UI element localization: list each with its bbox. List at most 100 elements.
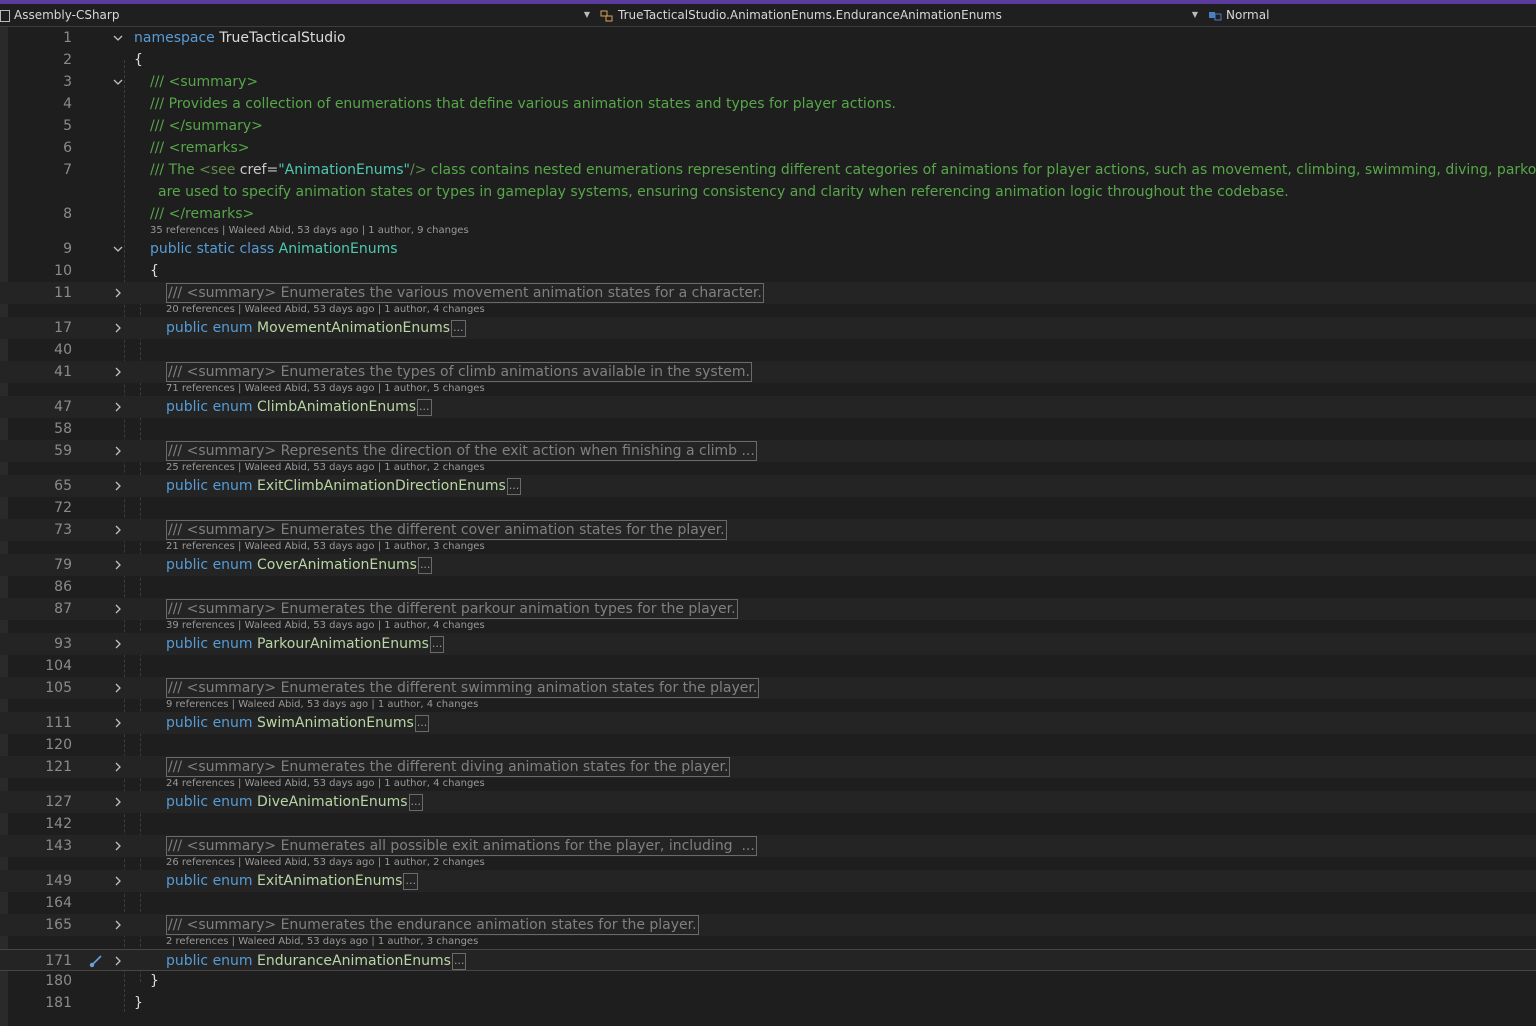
code-line: 120 xyxy=(0,734,1536,756)
code-line: 104 xyxy=(0,655,1536,677)
brace: } xyxy=(150,973,159,989)
code-line: 11 /// <summary> Enumerates the various m… xyxy=(0,282,1536,304)
brace: { xyxy=(150,263,159,279)
line-number: 171 xyxy=(45,953,72,969)
code-line: 4 /// Provides a collection of enumerati… xyxy=(0,93,1536,115)
codelens[interactable]: 20 references | Waleed Abid, 53 days ago… xyxy=(166,304,485,316)
line-number: 87 xyxy=(54,601,72,617)
line-number: 181 xyxy=(45,995,72,1011)
keyword: public enum xyxy=(166,399,253,415)
line-number: 86 xyxy=(54,579,72,595)
member-label: Normal xyxy=(1226,8,1270,22)
brace: } xyxy=(134,995,143,1011)
collapsed-summary[interactable]: /// <summary> Enumerates the different p… xyxy=(166,599,738,619)
chevron-right-icon[interactable] xyxy=(111,637,125,651)
chevron-down-icon: ▼ xyxy=(583,10,590,19)
codelens[interactable]: 39 references | Waleed Abid, 53 days ago… xyxy=(166,620,485,632)
chevron-right-icon[interactable] xyxy=(111,839,125,853)
collapsed-block-ellipsis[interactable]: ... xyxy=(451,952,467,970)
line-number: 10 xyxy=(54,263,72,279)
code-line: 149 public enum ExitAnimationEnums... xyxy=(0,870,1536,892)
line-number: 40 xyxy=(54,342,72,358)
chevron-right-icon[interactable] xyxy=(111,760,125,774)
xml-tag-close: /> xyxy=(410,162,427,178)
keyword: public enum xyxy=(166,636,253,652)
project-dropdown[interactable]: Assembly-CSharp ▼ xyxy=(0,4,594,26)
scope-dropdown[interactable]: TrueTacticalStudio.AnimationEnums.Endura… xyxy=(600,4,1202,26)
codelens[interactable]: 35 references | Waleed Abid, 53 days ago… xyxy=(150,225,469,237)
collapsed-summary[interactable]: /// <summary> Enumerates all possible ex… xyxy=(166,836,757,856)
code-line: 143 /// <summary> Enumerates all possible… xyxy=(0,835,1536,857)
collapsed-block-ellipsis[interactable]: ... xyxy=(417,556,433,574)
chevron-right-icon[interactable] xyxy=(111,400,125,414)
code-line: 121 /// <summary> Enumerates the differen… xyxy=(0,756,1536,778)
chevron-right-icon[interactable] xyxy=(111,681,125,695)
line-number: 5 xyxy=(63,118,72,134)
doc-comment: are used to specify animation states or … xyxy=(158,184,1289,200)
chevron-right-icon[interactable] xyxy=(111,523,125,537)
chevron-down-icon[interactable] xyxy=(111,31,125,45)
member-dropdown[interactable]: Normal xyxy=(1208,4,1536,26)
codelens[interactable]: 24 references | Waleed Abid, 53 days ago… xyxy=(166,778,485,790)
collapsed-summary[interactable]: /// <summary> Enumerates the different s… xyxy=(166,678,760,698)
chevron-right-icon[interactable] xyxy=(111,954,125,968)
collapsed-summary[interactable]: /// <summary> Enumerates the different d… xyxy=(166,757,731,777)
codelens[interactable]: 2 references | Waleed Abid, 53 days ago … xyxy=(166,936,478,948)
chevron-down-icon[interactable] xyxy=(111,242,125,256)
code-line-wrap: are used to specify animation states or … xyxy=(0,181,1536,203)
code-line: 9 public static class AnimationEnums xyxy=(0,238,1536,260)
collapsed-block-ellipsis[interactable]: ... xyxy=(408,793,423,811)
chevron-right-icon[interactable] xyxy=(111,365,125,379)
code-line: 2 { xyxy=(0,49,1536,71)
collapsed-block-ellipsis[interactable]: ... xyxy=(429,635,445,653)
line-number: 111 xyxy=(45,715,72,731)
enum-name: DiveAnimationEnums xyxy=(257,794,408,810)
collapsed-block-ellipsis[interactable]: ... xyxy=(451,319,466,337)
line-number: 73 xyxy=(54,522,72,538)
codelens[interactable]: 21 references | Waleed Abid, 53 days ago… xyxy=(166,541,485,553)
chevron-right-icon[interactable] xyxy=(111,321,125,335)
code-line: 127 public enum DiveAnimationEnums... xyxy=(0,791,1536,813)
chevron-right-icon[interactable] xyxy=(111,602,125,616)
line-number: 65 xyxy=(54,478,72,494)
chevron-right-icon[interactable] xyxy=(111,795,125,809)
code-line: 180 } xyxy=(0,970,1536,992)
namespace-name: TrueTacticalStudio xyxy=(219,30,346,46)
xml-attribute-value: "AnimationEnums" xyxy=(278,162,410,178)
chevron-right-icon[interactable] xyxy=(111,479,125,493)
collapsed-block-ellipsis[interactable]: ... xyxy=(506,477,522,495)
chevron-right-icon[interactable] xyxy=(111,874,125,888)
collapsed-summary[interactable]: /// <summary> Enumerates the various mov… xyxy=(166,283,764,303)
chevron-right-icon[interactable] xyxy=(111,918,125,932)
collapsed-block-ellipsis[interactable]: ... xyxy=(417,398,432,416)
keyword: namespace xyxy=(134,30,215,46)
code-line: 86 xyxy=(0,576,1536,598)
collapsed-summary[interactable]: /// <summary> Represents the direction o… xyxy=(166,441,757,461)
line-number: 105 xyxy=(45,680,72,696)
chevron-right-icon[interactable] xyxy=(111,716,125,730)
code-editor[interactable]: 1 namespace TrueTacticalStudio 2 { 3 ///… xyxy=(0,27,1536,1026)
code-line: 111 public enum SwimAnimationEnums... xyxy=(0,712,1536,734)
collapsed-summary[interactable]: /// <summary> Enumerates the different c… xyxy=(166,520,727,540)
line-number: 143 xyxy=(45,838,72,854)
brace: { xyxy=(134,52,143,68)
chevron-right-icon[interactable] xyxy=(111,286,125,300)
line-number: 164 xyxy=(45,895,72,911)
collapsed-block-ellipsis[interactable]: ... xyxy=(414,714,430,732)
collapsed-summary[interactable]: /// <summary> Enumerates the types of cl… xyxy=(166,362,752,382)
codelens[interactable]: 25 references | Waleed Abid, 53 days ago… xyxy=(166,462,485,474)
enum-name: MovementAnimationEnums xyxy=(257,320,451,336)
collapsed-block-ellipsis[interactable]: ... xyxy=(403,872,418,890)
code-line: 17 public enum MovementAnimationEnums... xyxy=(0,317,1536,339)
codelens[interactable]: 9 references | Waleed Abid, 53 days ago … xyxy=(166,699,478,711)
codelens[interactable]: 71 references | Waleed Abid, 53 days ago… xyxy=(166,383,485,395)
chevron-down-icon[interactable] xyxy=(111,75,125,89)
class-name: AnimationEnums xyxy=(278,241,398,257)
chevron-right-icon[interactable] xyxy=(111,558,125,572)
code-line: 6 /// <remarks> xyxy=(0,137,1536,159)
codelens[interactable]: 26 references | Waleed Abid, 53 days ago… xyxy=(166,857,485,869)
collapsed-summary[interactable]: /// <summary> Enumerates the endurance a… xyxy=(166,915,699,935)
keyword: public enum xyxy=(166,320,253,336)
chevron-right-icon[interactable] xyxy=(111,444,125,458)
paintbrush-icon[interactable] xyxy=(88,953,104,969)
